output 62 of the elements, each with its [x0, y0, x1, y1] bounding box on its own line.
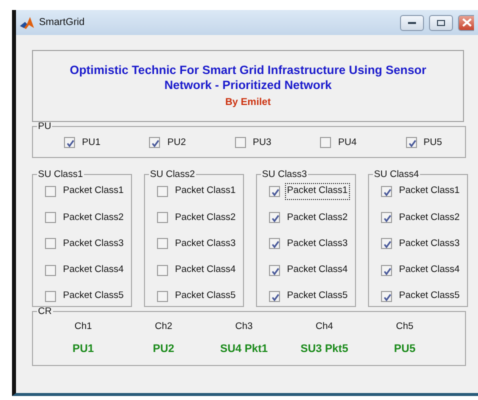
channel-label: Ch1 [74, 320, 92, 334]
checkbox[interactable]: Packet Class2 [156, 208, 243, 227]
checkbox[interactable]: Packet Class4 [268, 261, 355, 280]
checkbox[interactable]: Packet Class3 [44, 234, 131, 253]
channel-value: PU2 [152, 342, 174, 356]
checkbox[interactable]: PU2 [148, 134, 189, 152]
checkmark-icon [382, 266, 393, 277]
checkmark-icon [382, 292, 393, 303]
checkbox[interactable]: PU4 [319, 134, 360, 152]
checkbox[interactable]: Packet Class1 [44, 182, 131, 200]
checkmark-icon [270, 239, 281, 250]
checkbox[interactable]: PU1 [63, 134, 104, 152]
checkbox[interactable]: Packet Class2 [44, 208, 131, 227]
channel-value: PU5 [394, 342, 416, 356]
checkmark-icon [406, 138, 418, 150]
checkbox[interactable]: Packet Class5 [380, 287, 467, 306]
checkmark-icon [270, 186, 281, 198]
checkbox[interactable]: Packet Class2 [268, 208, 355, 227]
checkmark-icon [270, 213, 281, 224]
checkbox[interactable]: Packet Class4 [380, 261, 467, 280]
checkbox[interactable]: Packet Class3 [156, 234, 243, 253]
channel-value: SU3 Pkt5 [300, 342, 348, 356]
checkbox[interactable]: Packet Class1 [156, 182, 243, 200]
app-icon [20, 16, 34, 30]
group-label: PU [37, 122, 52, 132]
checkmark-icon [382, 186, 393, 198]
checkbox[interactable]: Packet Class4 [44, 261, 131, 280]
close-icon [462, 18, 472, 27]
minimize-button[interactable] [400, 14, 424, 30]
checkmark-icon [65, 138, 76, 150]
checkbox[interactable]: Packet Class5 [44, 287, 131, 306]
checkbox[interactable]: Packet Class4 [156, 261, 243, 280]
checkmark-icon [150, 138, 162, 150]
channel-label: Ch3 [235, 320, 253, 334]
channel-label: Ch4 [316, 320, 334, 334]
group-label: SU Class2 [149, 170, 196, 180]
group-label: SU Class4 [373, 170, 420, 180]
checkbox[interactable]: Packet Class5 [268, 287, 355, 306]
checkmark-icon [270, 266, 281, 277]
group-label: SU Class3 [261, 170, 308, 180]
checkbox[interactable]: PU3 [234, 134, 274, 152]
group-label: SU Class1 [37, 170, 84, 180]
checkbox[interactable]: PU5 [404, 134, 445, 152]
channel-value: PU1 [72, 342, 94, 356]
checkmark-icon [382, 213, 393, 224]
checkbox[interactable]: Packet Class3 [380, 234, 467, 253]
checkbox[interactable]: Packet Class3 [268, 234, 355, 253]
checkmark-icon [382, 239, 393, 250]
maximize-icon [436, 18, 446, 26]
close-button[interactable] [458, 14, 474, 30]
channel-value: SU4 Pkt1 [220, 342, 268, 356]
window-title: SmartGrid [39, 16, 85, 30]
checkbox[interactable]: Packet Class2 [380, 208, 467, 227]
channel-label: Ch2 [154, 320, 172, 334]
checkbox[interactable]: Packet Class1 [380, 182, 467, 200]
checkmark-icon [270, 292, 281, 303]
checkbox[interactable]: Packet Class5 [156, 287, 243, 306]
channel-label: Ch5 [396, 320, 414, 334]
author-text: By Emilet [225, 96, 271, 110]
maximize-button[interactable] [429, 14, 453, 30]
group-label: CR [37, 306, 53, 316]
app-heading: Optimistic Technic For Smart Grid Infrastructure Using Sensor Network - Prioritized Network [68, 62, 428, 92]
